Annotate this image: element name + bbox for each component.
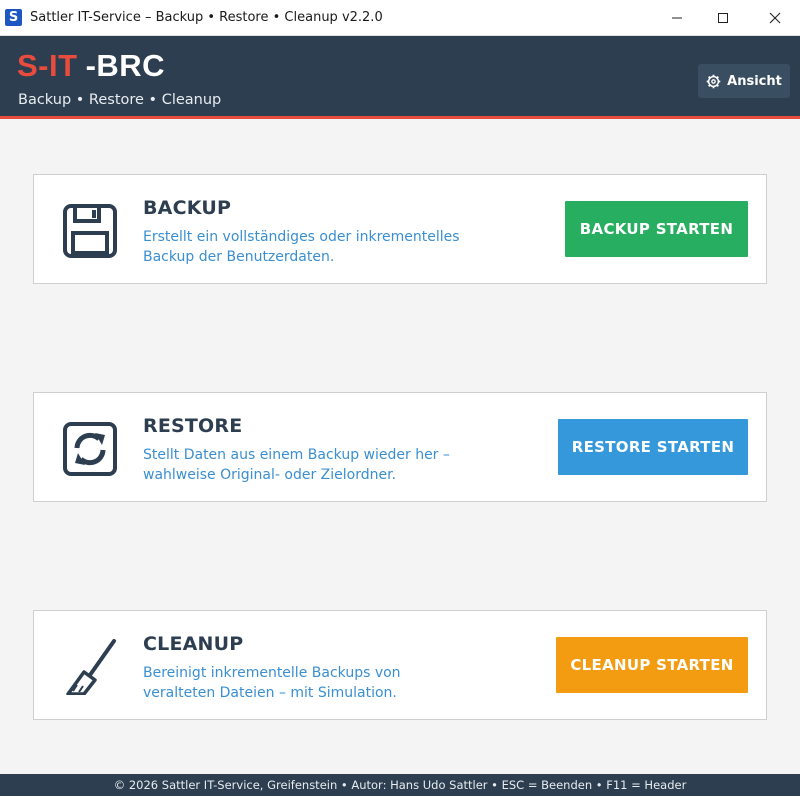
window-title: Sattler IT-Service – Backup • Restore • …: [30, 10, 383, 25]
header-subtitle: Backup • Restore • Cleanup: [18, 92, 222, 108]
floppy-disk-icon: [63, 204, 117, 258]
backup-start-button[interactable]: BACKUP STARTEN: [565, 201, 748, 257]
cleanup-description: Bereinigt inkrementelle Backups von vera…: [143, 665, 401, 701]
view-button[interactable]: Ansicht: [698, 64, 790, 98]
status-footer: © 2026 Sattler IT-Service, Greifenstein …: [0, 774, 800, 796]
brand-logo: S-IT -BRC: [17, 48, 165, 84]
brand-white-text: -BRC: [85, 48, 166, 83]
minimize-icon: [672, 17, 682, 19]
cleanup-title: CLEANUP: [143, 633, 244, 655]
brand-red-text: S-IT: [17, 48, 78, 83]
cleanup-start-button[interactable]: CLEANUP STARTEN: [556, 637, 748, 693]
cleanup-card: CLEANUP Bereinigt inkrementelle Backups …: [33, 610, 767, 720]
backup-title: BACKUP: [143, 197, 232, 219]
maximize-icon: [718, 13, 728, 23]
app-header: S-IT -BRC Backup • Restore • Cleanup Ansi…: [0, 36, 800, 119]
backup-card: BACKUP Erstellt ein vollständiges oder i…: [33, 174, 767, 284]
restore-icon: [63, 422, 117, 476]
app-icon: S: [5, 9, 22, 26]
window-title-bar[interactable]: S Sattler IT-Service – Backup • Restore …: [0, 0, 800, 36]
close-icon: [769, 12, 781, 24]
close-button[interactable]: [752, 0, 798, 36]
view-button-label: Ansicht: [727, 73, 782, 89]
maximize-button[interactable]: [700, 0, 746, 36]
minimize-button[interactable]: [654, 0, 700, 36]
backup-description: Erstellt ein vollständiges oder inkremen…: [143, 229, 460, 265]
restore-card: RESTORE Stellt Daten aus einem Backup wi…: [33, 392, 767, 502]
broom-icon: [66, 639, 116, 695]
gear-icon: [706, 74, 721, 88]
restore-title: RESTORE: [143, 415, 243, 437]
restore-start-button[interactable]: RESTORE STARTEN: [558, 419, 748, 475]
restore-description: Stellt Daten aus einem Backup wieder her…: [143, 447, 450, 483]
